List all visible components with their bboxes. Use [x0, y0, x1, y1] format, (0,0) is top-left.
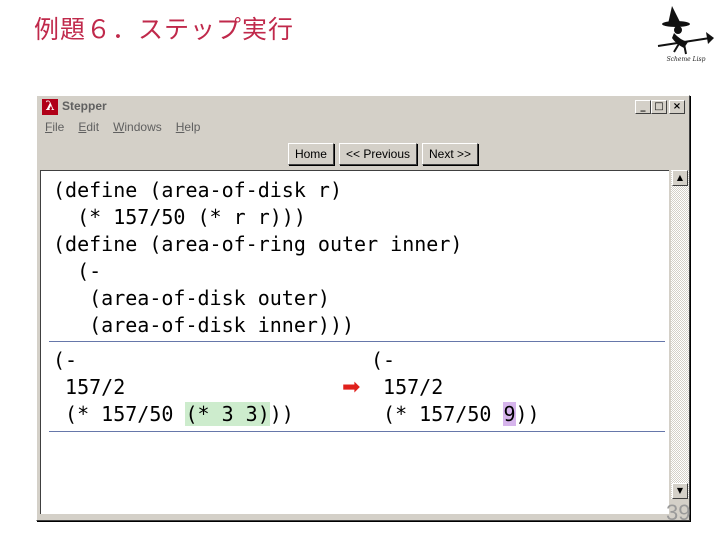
scroll-up-icon[interactable]: ▲ — [672, 170, 688, 186]
code-line: (* 157/50 (* 3 3))) — [53, 401, 294, 428]
slide-title: 例題６．ステップ実行 — [34, 15, 295, 44]
code-text: (* 157/50 — [371, 402, 504, 426]
code-line: (define (area-of-ring outer inner) — [53, 232, 463, 256]
maximize-button[interactable]: □ — [651, 100, 667, 114]
home-button[interactable]: Home — [287, 143, 334, 165]
stepper-content: (define (area-of-disk r) (* 157/50 (* r … — [40, 170, 669, 514]
code-line: 157/2 — [371, 375, 444, 399]
code-line: 157/2 — [53, 375, 126, 399]
title-bar[interactable]: λ Stepper _ □ × — [39, 98, 687, 117]
step-arrow-icon: ➡ — [342, 375, 361, 400]
menu-windows[interactable]: Windows — [113, 120, 162, 134]
after-expression: (- 157/2 (* 157/50 9)) — [371, 347, 540, 428]
menu-file[interactable]: File — [45, 120, 64, 134]
redex-highlight: (* 3 3) — [185, 402, 270, 426]
code-line: (area-of-disk inner))) — [53, 313, 355, 337]
code-text: )) — [269, 402, 294, 426]
before-expression: (- 157/2 (* 157/50 (* 3 3))) — [53, 347, 294, 428]
scroll-down-icon[interactable]: ▼ — [672, 483, 688, 499]
stepper-nav: Home << Previous Next >> — [37, 143, 689, 167]
menu-bar: File Edit Windows Help — [45, 120, 200, 134]
code-line: (* 157/50 (* r r))) — [53, 205, 306, 229]
code-text: (* 157/50 — [53, 402, 186, 426]
menu-help[interactable]: Help — [176, 120, 201, 134]
code-line: (* 157/50 9)) — [371, 401, 540, 428]
code-text: )) — [515, 402, 540, 426]
divider-top — [49, 341, 665, 342]
lambda-icon: λ — [42, 99, 58, 115]
previous-button[interactable]: << Previous — [338, 143, 418, 165]
contractum-highlight: 9 — [503, 402, 516, 426]
code-line: (area-of-disk outer) — [53, 286, 330, 310]
stepper-window: λ Stepper _ □ × File Edit Windows Help H… — [36, 95, 690, 521]
minimize-button[interactable]: _ — [635, 100, 651, 114]
code-line: (- — [53, 259, 102, 283]
page-number: 39 — [666, 500, 691, 525]
code-line: (- — [53, 348, 78, 372]
definitions: (define (area-of-disk r) (* 157/50 (* r … — [53, 177, 462, 339]
logo-caption: Scheme Lisp — [666, 56, 706, 63]
code-line: (- — [371, 348, 396, 372]
menu-edit[interactable]: Edit — [78, 120, 99, 134]
code-line: (define (area-of-disk r) — [53, 178, 342, 202]
close-button[interactable]: × — [669, 100, 685, 114]
vertical-scrollbar[interactable]: ▲ ▼ — [671, 170, 689, 499]
next-button[interactable]: Next >> — [422, 143, 479, 165]
window-title: Stepper — [62, 99, 107, 113]
divider-bottom — [49, 431, 665, 432]
